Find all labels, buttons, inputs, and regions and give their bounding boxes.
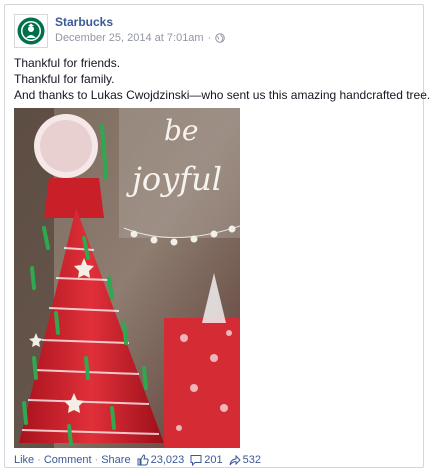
globe-icon[interactable] — [215, 33, 226, 43]
photo-overlay-line: be — [164, 114, 199, 147]
share-arrow-icon — [229, 454, 241, 466]
likes-count-link[interactable]: 23,023 — [137, 454, 185, 466]
starbucks-logo-icon — [17, 17, 45, 45]
comments-count-link[interactable]: 201 — [190, 454, 223, 466]
post-photo[interactable]: be joyful — [14, 108, 240, 448]
meta-separator: · — [207, 32, 212, 44]
shares-count-link[interactable]: 532 — [229, 454, 261, 466]
post-text-line: And thanks to Lukas Cwojdzinski—who sent… — [14, 88, 430, 102]
actions-separator: · — [37, 454, 41, 466]
comments-count: 201 — [204, 454, 223, 466]
page-avatar[interactable] — [14, 14, 48, 48]
photo-overlay-line: joyful — [126, 160, 222, 198]
post-text-line: Thankful for friends. — [14, 56, 121, 70]
comment-button[interactable]: Comment — [44, 454, 92, 466]
share-button[interactable]: Share — [101, 454, 130, 466]
likes-count: 23,023 — [150, 454, 185, 466]
post-card: Starbucks December 25, 2014 at 7:01am · … — [4, 4, 430, 468]
post-actions-bar: Like · Comment · Share 23,023 201 532 — [14, 454, 261, 466]
post-text-line: Thankful for family. — [14, 72, 115, 86]
page-name-link[interactable]: Starbucks — [55, 15, 113, 29]
thumbs-up-icon — [137, 454, 149, 466]
post-timestamp[interactable]: December 25, 2014 at 7:01am — [55, 32, 204, 44]
christmas-tree-photo-image: be joyful — [14, 108, 240, 448]
post-meta: December 25, 2014 at 7:01am · — [55, 32, 226, 44]
shares-count: 532 — [242, 454, 261, 466]
comment-bubble-icon — [190, 455, 202, 466]
post-message: Thankful for friends. Thankful for famil… — [14, 55, 430, 103]
like-button[interactable]: Like — [14, 454, 34, 466]
actions-separator: · — [94, 454, 99, 466]
